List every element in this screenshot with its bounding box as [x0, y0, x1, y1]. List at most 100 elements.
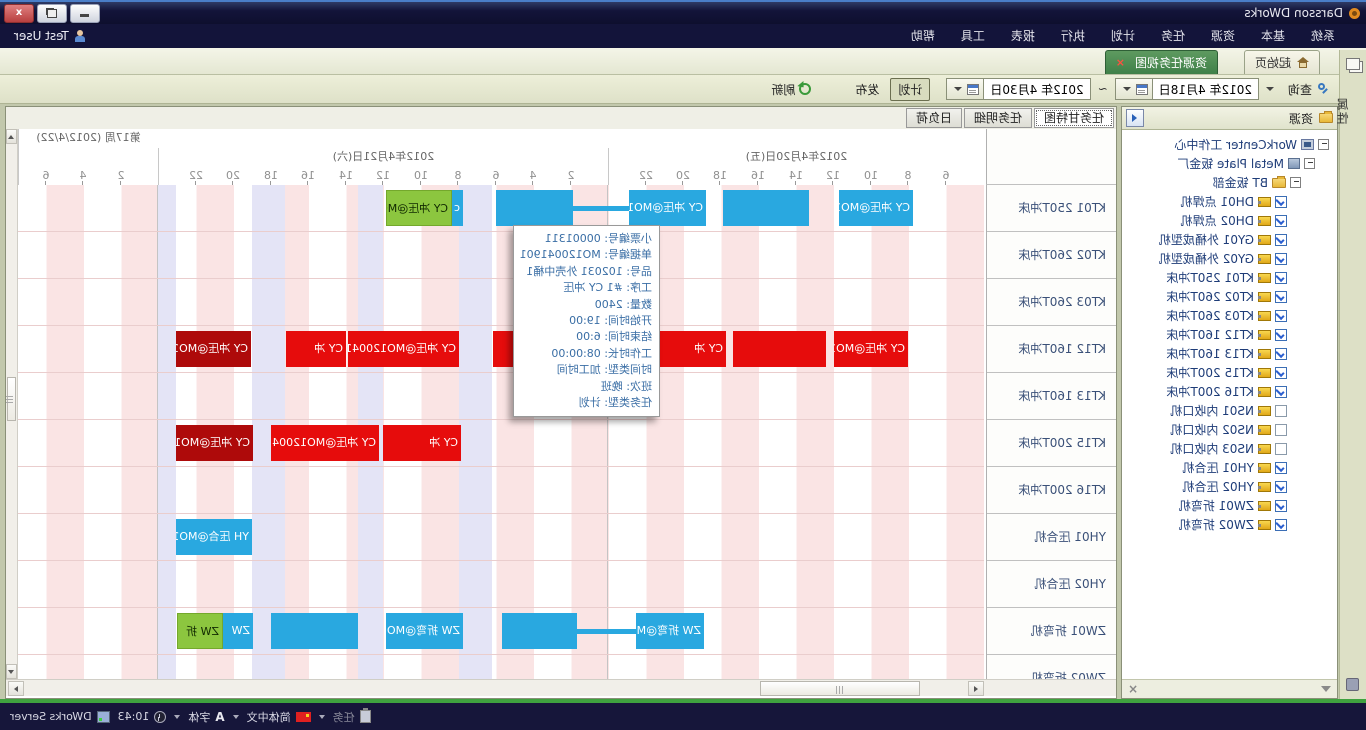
close-button[interactable]: x — [4, 4, 34, 23]
task-bar[interactable]: CY 冲压@MO120041901 — [629, 190, 706, 226]
tab-resource-task-view[interactable]: 资源任务视图 × — [1105, 50, 1218, 74]
task-bar[interactable]: ZW — [223, 613, 253, 649]
tree-node[interactable]: KT16 200T冲床 — [1122, 382, 1337, 401]
tree-checkbox[interactable] — [1275, 310, 1287, 322]
task-bar[interactable]: CY 冲压@MO120041902 — [386, 190, 452, 226]
menu-item-执行[interactable]: 执行 — [1048, 24, 1098, 48]
tree-checkbox[interactable] — [1275, 253, 1287, 265]
task-bar[interactable]: CY 冲 — [286, 331, 346, 367]
menu-item-工具[interactable]: 工具 — [948, 24, 998, 48]
task-bar[interactable]: YH 压合@MO1 — [176, 519, 252, 555]
tree-node[interactable]: GY01 外桶成型机 — [1122, 230, 1337, 249]
collapsed-panel-label[interactable]: 属性 — [1334, 82, 1360, 142]
tree-expander-icon[interactable] — [1318, 139, 1329, 150]
task-bar[interactable]: c — [452, 190, 463, 226]
clear-filter-icon[interactable]: × — [1128, 682, 1138, 696]
tree-checkbox[interactable] — [1275, 443, 1287, 455]
menu-item-任务[interactable]: 任务 — [1148, 24, 1198, 48]
task-bar[interactable]: ZW 折弯@MO120041901 — [386, 613, 463, 649]
task-bar[interactable]: CY 冲压@MO1 — [176, 331, 251, 367]
task-bar[interactable]: CY 冲压@MO120041904 — [348, 331, 459, 367]
task-bar[interactable]: ZW 折弯@MO120041901 — [636, 613, 704, 649]
menu-item-资源[interactable]: 资源 — [1198, 24, 1248, 48]
tree-node[interactable]: BT 钣金部 — [1122, 173, 1337, 192]
task-bar[interactable] — [502, 613, 577, 649]
tree-checkbox[interactable] — [1275, 500, 1287, 512]
tree-checkbox[interactable] — [1275, 424, 1287, 436]
tree-node[interactable]: NS01 内收口机 — [1122, 401, 1337, 420]
tree-checkbox[interactable] — [1275, 386, 1287, 398]
status-task[interactable]: 任务 — [333, 709, 371, 725]
menu-item-计划[interactable]: 计划 — [1098, 24, 1148, 48]
status-font[interactable]: A 字体 — [188, 709, 224, 725]
vertical-scroll-thumb[interactable] — [7, 377, 16, 421]
tree-node[interactable]: DH02 点焊机 — [1122, 211, 1337, 230]
chevron-down-icon[interactable] — [319, 715, 325, 719]
tree-checkbox[interactable] — [1275, 462, 1287, 474]
menu-item-帮助[interactable]: 帮助 — [898, 24, 948, 48]
tree-node[interactable]: GY02 外桶成型机 — [1122, 249, 1337, 268]
tree-expander-icon[interactable] — [1290, 177, 1301, 188]
menu-item-基本[interactable]: 基本 — [1248, 24, 1298, 48]
task-bar[interactable] — [723, 190, 809, 226]
task-bar[interactable] — [733, 331, 826, 367]
minimize-button[interactable] — [70, 4, 100, 23]
tree-node[interactable]: KT15 200T冲床 — [1122, 363, 1337, 382]
tree-node[interactable]: KT12 160T冲床 — [1122, 325, 1337, 344]
tree-checkbox[interactable] — [1275, 215, 1287, 227]
tree-node[interactable]: KT02 260T冲床 — [1122, 287, 1337, 306]
scroll-right-button[interactable] — [8, 681, 24, 696]
menu-item-系统[interactable]: 系统 — [1298, 24, 1348, 48]
date-to-calendar-button[interactable] — [947, 79, 984, 99]
tree-checkbox[interactable] — [1275, 234, 1287, 246]
tree-node[interactable]: WorkCenter 工作中心 — [1122, 135, 1337, 154]
chevron-down-icon[interactable] — [174, 715, 180, 719]
gantt-tab-任务明细[interactable]: 任务明细 — [964, 108, 1032, 128]
horizontal-scrollbar[interactable] — [6, 679, 1116, 696]
vertical-scrollbar[interactable] — [6, 129, 18, 679]
collapsed-panel-strip[interactable]: 属性 — [1339, 50, 1366, 699]
menu-item-报表[interactable]: 报表 — [998, 24, 1048, 48]
tree-checkbox[interactable] — [1275, 405, 1287, 417]
date-from-calendar-button[interactable] — [1116, 79, 1153, 99]
date-from-picker[interactable]: 2012年 4月18日 — [1115, 78, 1259, 100]
tree-checkbox[interactable] — [1275, 481, 1287, 493]
query-dropdown-icon[interactable] — [1266, 87, 1274, 91]
tab-close-icon[interactable]: × — [1116, 56, 1129, 69]
tree-checkbox[interactable] — [1275, 348, 1287, 360]
tree-node[interactable]: YH02 压合机 — [1122, 477, 1337, 496]
tree-checkbox[interactable] — [1275, 519, 1287, 531]
tree-checkbox[interactable] — [1275, 329, 1287, 341]
plan-button[interactable]: 计划 — [890, 78, 930, 101]
date-to-picker[interactable]: 2012年 4月30日 — [946, 78, 1090, 100]
tab-start-page[interactable]: 起始页 — [1244, 50, 1320, 74]
gantt-tab-任务甘特图[interactable]: 任务甘特图 — [1034, 108, 1114, 128]
tree-node[interactable]: Metal Plate 钣金厂 — [1122, 154, 1337, 173]
filter-icon[interactable] — [1321, 686, 1331, 692]
restore-button[interactable] — [37, 4, 67, 23]
tree-node[interactable]: DH01 点焊机 — [1122, 192, 1337, 211]
tree-checkbox[interactable] — [1275, 291, 1287, 303]
user-box[interactable]: Test User — [0, 29, 86, 43]
task-bar[interactable]: CY 冲 — [383, 425, 461, 461]
tree-node[interactable]: ZW01 折弯机 — [1122, 496, 1337, 515]
tree-node[interactable]: KT01 250T冲床 — [1122, 268, 1337, 287]
gantt-tab-日负荷[interactable]: 日负荷 — [906, 108, 962, 128]
panel-collapse-button[interactable] — [1126, 109, 1144, 127]
task-bar[interactable] — [271, 613, 358, 649]
tree-node[interactable]: NS03 内收口机 — [1122, 439, 1337, 458]
scroll-left-button[interactable] — [968, 681, 984, 696]
tree-node[interactable]: YH01 压合机 — [1122, 458, 1337, 477]
tree-node[interactable]: KT13 160T冲床 — [1122, 344, 1337, 363]
task-bar[interactable]: CY 冲 — [656, 331, 726, 367]
tree-checkbox[interactable] — [1275, 272, 1287, 284]
scroll-up-button[interactable] — [6, 129, 17, 144]
task-bar[interactable]: CY 冲压@MO120041901 — [839, 190, 913, 226]
publish-button[interactable]: 发布 — [848, 79, 886, 100]
status-language[interactable]: 简体中文 — [247, 709, 311, 725]
tree-checkbox[interactable] — [1275, 196, 1287, 208]
task-bar[interactable]: CY 冲压@MO120041903 — [271, 425, 379, 461]
tree-node[interactable]: KT03 260T冲床 — [1122, 306, 1337, 325]
scroll-down-button[interactable] — [6, 664, 17, 679]
refresh-button[interactable]: 刷新 — [764, 79, 818, 100]
